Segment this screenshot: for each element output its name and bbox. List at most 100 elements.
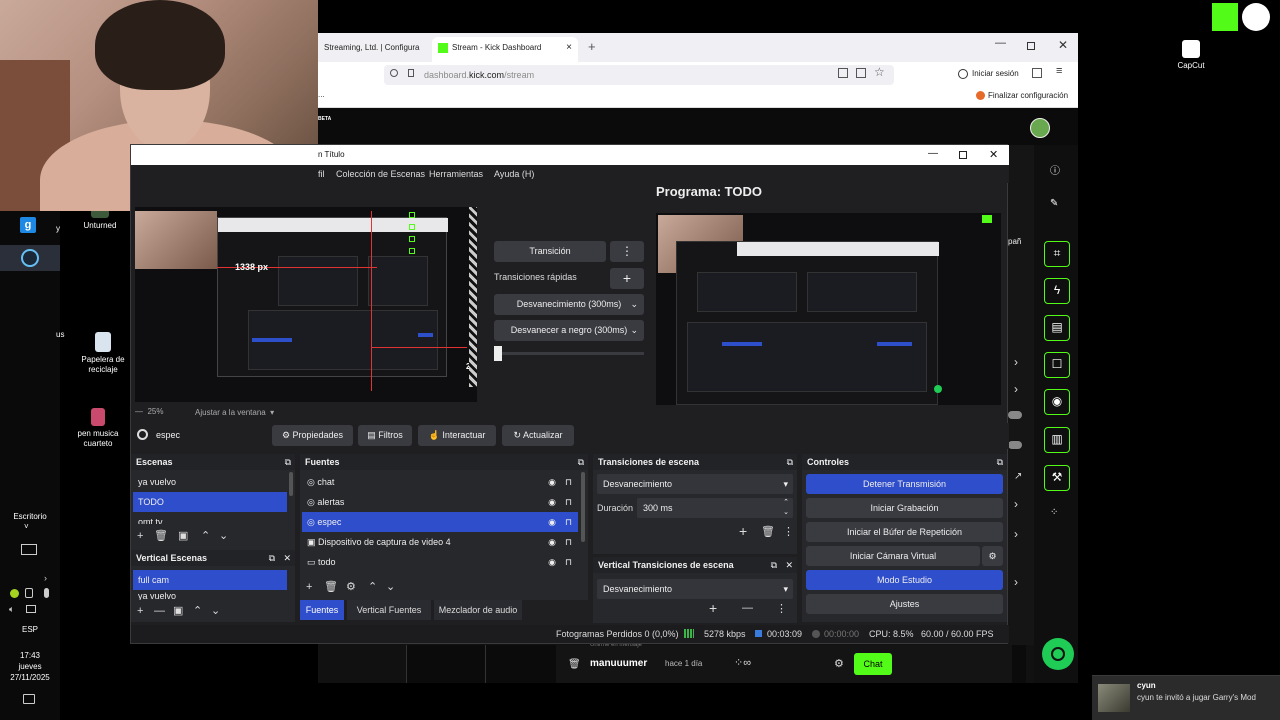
add-icon[interactable]: + [137,605,143,617]
usb-icon[interactable] [25,588,33,598]
support-button[interactable] [1042,638,1074,670]
lock-icon[interactable]: ⊓ [565,552,572,572]
maximize-icon[interactable] [959,151,967,159]
notification-toast[interactable]: cyun cyun te invitó a jugar Garry's Mod [1092,675,1280,720]
tab-vertical-fuentes[interactable]: Vertical Fuentes [347,600,431,620]
menu-herramientas[interactable]: Herramientas [429,165,483,183]
spin-down-icon[interactable]: ⌄ [783,503,789,523]
filters-button[interactable]: ▤ Filtros [358,425,412,446]
bookmarks-overflow[interactable]: ... [318,90,325,99]
source-item[interactable]: ◎ chat ◉ ⊓ [302,472,578,492]
move-up-icon[interactable]: ⌃ [193,605,202,617]
network-icon[interactable] [26,605,36,613]
transition-select[interactable]: Desvanecimiento ▾ [597,474,793,494]
status-green-icon[interactable] [10,589,19,598]
virtual-camera-settings-button[interactable]: ⚙ [982,546,1003,566]
add-icon[interactable]: + [306,581,312,593]
chevron-down-icon[interactable]: ˅ [24,522,29,531]
keyboard-icon[interactable] [21,544,37,555]
mic-icon[interactable] [44,588,49,598]
studio-preview[interactable]: 1338 px 28 [135,207,477,402]
scene-item-selected[interactable]: TODO [133,492,287,512]
tab-streaming[interactable]: Streaming, Ltd. | Configura [318,37,430,62]
dock-float-icon[interactable]: ⧉ [269,550,275,566]
desktop-icon-pen-musica[interactable]: pen musica cuarteto [68,408,128,449]
close-icon[interactable]: ✕ [283,550,291,566]
lock-icon[interactable]: ⊓ [565,472,572,492]
volume-icon[interactable]: 🔈︎ [9,604,14,615]
kebab-menu-icon[interactable]: ⋮ [783,526,794,538]
source-item-selected[interactable]: ◎ espec ◉ ⊓ [302,512,578,532]
zoom-control[interactable]: — 25% [135,407,163,416]
zoom-minus-icon[interactable]: — [135,407,143,416]
gear-icon[interactable]: ⚙ [834,657,844,670]
menu-perfil[interactable]: fil [318,165,325,183]
new-tab-icon[interactable]: + [588,39,596,54]
dots-icon[interactable]: ⁘ [1050,507,1058,518]
scan-icon[interactable]: ⌗ [1044,241,1070,267]
lightning-icon[interactable]: ϟ [1044,278,1070,304]
clock[interactable]: 17:43 jueves 27/11/2025 [0,650,60,683]
dock-float-icon[interactable]: ⧉ [578,454,584,470]
dock-float-icon[interactable]: ⧉ [771,557,777,573]
steam-item[interactable] [0,245,60,271]
chevron-right-icon[interactable]: › [1014,355,1018,369]
toggle-switch[interactable] [1008,411,1022,419]
quick-transition-fade[interactable]: Desvanecimiento (300ms) ⌄ [494,294,644,315]
emote-infinity-icon[interactable]: ⁘∞ [734,656,751,669]
eye-icon[interactable]: ◉ [548,532,556,552]
document-icon[interactable]: ▤ [1044,315,1070,341]
fit-to-window-select[interactable]: Ajustar a la ventana ▾ [195,408,274,417]
remove-icon[interactable]: 🗑︎ [324,581,338,593]
remove-icon[interactable]: 🗑︎ [761,526,775,538]
desktop-icon-unturned[interactable]: Unturned [70,208,130,231]
signin-button[interactable]: Iniciar sesión [958,66,1019,82]
tab-audio-mixer[interactable]: Mezclador de audio [434,600,522,620]
language-label[interactable]: ESP [0,625,60,634]
move-up-icon[interactable]: ⌃ [201,530,210,542]
replay-buffer-button[interactable]: Iniciar el Búfer de Repetición [806,522,1003,542]
source-item[interactable]: ▣ Dispositivo de captura de video 4 ◉ ⊓ [302,532,578,552]
chat-icon[interactable]: ☐ [1044,352,1070,378]
chat-username[interactable]: manuuumer [590,658,647,669]
chart-icon[interactable]: ↗ [1014,471,1022,482]
close-window-icon[interactable]: ✕ [1058,38,1068,52]
filter-icon[interactable]: ▣ [178,530,188,542]
chat-button[interactable]: Chat [854,653,892,675]
lock-icon[interactable] [408,69,414,77]
add-quick-transition-button[interactable]: + [610,268,644,289]
bookmark-star-icon[interactable]: ☆ [874,65,885,79]
avatar[interactable] [1030,118,1050,138]
eye-icon[interactable]: ◉ [548,492,556,512]
menu-ayuda[interactable]: Ayuda (H) [494,165,534,183]
tab-fuentes[interactable]: Fuentes [300,600,344,620]
transition-menu-button[interactable]: ⋮ [610,241,644,262]
minimize-icon[interactable]: — [928,144,938,164]
t-bar-handle[interactable] [494,346,502,361]
remove-icon[interactable]: — [154,605,165,617]
reader-icon[interactable] [838,68,848,78]
address-bar[interactable]: dashboard.kick.com/stream [384,65,894,85]
dock-float-icon[interactable]: ⧉ [285,454,291,470]
eye-icon[interactable]: ◉ [548,512,556,532]
remove-icon[interactable]: — [742,602,753,614]
chevron-right-icon[interactable]: › [44,573,47,583]
add-icon[interactable]: + [137,530,143,542]
close-icon[interactable]: ✕ [785,557,793,573]
screenshot-icon[interactable] [856,68,866,78]
vertical-scene-item-selected[interactable]: full cam [133,570,287,590]
remove-icon[interactable]: 🗑︎ [154,530,168,542]
menu-coleccion[interactable]: Colección de Escenas [336,165,425,183]
quick-transition-fade-black[interactable]: Desvanecer a negro (300ms) ⌄ [494,320,644,341]
move-down-icon[interactable]: ⌄ [219,530,228,542]
chevron-right-icon[interactable]: › [1014,575,1018,589]
add-icon[interactable]: + [709,601,717,615]
gmod-icon[interactable]: g [20,217,36,233]
info-icon[interactable]: ⓘ [1050,162,1060,177]
chevron-right-icon[interactable]: › [1014,527,1018,541]
wrench-icon[interactable]: ⚒ [1044,465,1070,491]
chevron-right-icon[interactable]: › [1014,497,1018,511]
toggle-switch[interactable] [1008,441,1022,449]
add-icon[interactable]: + [739,524,747,538]
extensions-icon[interactable] [1032,68,1042,78]
